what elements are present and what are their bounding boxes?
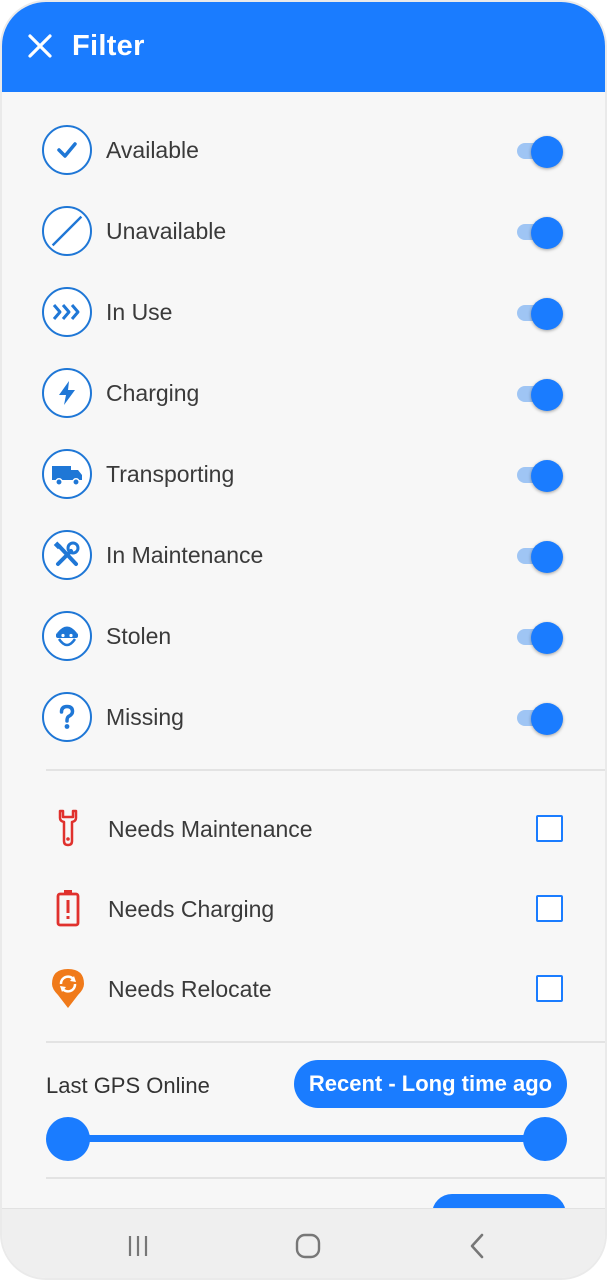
page-title: Filter (72, 30, 145, 62)
tools-icon (42, 530, 92, 580)
status-label: Charging (106, 380, 200, 406)
section-divider (46, 1177, 605, 1179)
toggle-charging[interactable] (515, 379, 565, 411)
chevrons-right-icon (42, 287, 92, 337)
slash-icon (42, 206, 92, 256)
home-button[interactable] (288, 1229, 328, 1263)
lightning-icon (42, 368, 92, 418)
section-divider (46, 769, 605, 771)
need-label: Needs Charging (108, 896, 275, 922)
question-icon (42, 692, 92, 742)
gps-range-slider-track[interactable] (68, 1135, 546, 1142)
status-row-in-use[interactable]: In Use (2, 271, 605, 352)
toggle-unavailable[interactable] (515, 217, 565, 249)
status-label: In Use (106, 299, 173, 325)
needs-maintenance-checkbox[interactable] (536, 815, 563, 842)
close-icon[interactable] (24, 30, 56, 62)
app-header: Filter (2, 2, 605, 92)
battery-alert-icon (50, 888, 86, 928)
status-label: Available (106, 137, 199, 163)
need-row-maintenance[interactable]: Needs Maintenance (2, 788, 605, 868)
truck-icon (42, 449, 92, 499)
status-row-stolen[interactable]: Stolen (2, 595, 605, 676)
status-row-missing[interactable]: Missing (2, 676, 605, 757)
needs-charging-checkbox[interactable] (536, 895, 563, 922)
need-row-relocate[interactable]: Needs Relocate (2, 948, 605, 1028)
recent-apps-button[interactable] (118, 1229, 158, 1263)
home-icon[interactable] (294, 1232, 322, 1260)
back-icon[interactable] (466, 1232, 490, 1260)
check-icon (42, 125, 92, 175)
system-nav-bar (2, 1208, 605, 1278)
thief-icon (42, 611, 92, 661)
status-label: Unavailable (106, 218, 227, 244)
gps-range-slider-min-thumb[interactable] (46, 1117, 90, 1161)
status-label: Missing (106, 704, 184, 730)
need-label: Needs Relocate (108, 976, 272, 1002)
toggle-in-use[interactable] (515, 298, 565, 330)
relocate-pin-icon (50, 968, 86, 1008)
status-row-available[interactable]: Available (2, 109, 605, 190)
need-row-charging[interactable]: Needs Charging (2, 868, 605, 948)
close-button[interactable] (24, 30, 56, 62)
gps-range-slider-max-thumb[interactable] (523, 1117, 567, 1161)
toggle-stolen[interactable] (515, 622, 565, 654)
section-divider (46, 1041, 605, 1043)
recent-apps-icon[interactable] (125, 1234, 151, 1258)
toggle-missing[interactable] (515, 703, 565, 735)
status-label: In Maintenance (106, 542, 264, 568)
gps-range-pill[interactable]: Recent - Long time ago (294, 1060, 567, 1108)
wrench-icon (50, 808, 86, 848)
toggle-in-maintenance[interactable] (515, 541, 565, 573)
toggle-available[interactable] (515, 136, 565, 168)
gps-online-label: Last GPS Online (46, 1073, 210, 1098)
status-label: Transporting (106, 461, 235, 487)
need-label: Needs Maintenance (108, 816, 313, 842)
needs-relocate-checkbox[interactable] (536, 975, 563, 1002)
phone-screen: Filter Available Unavailable In Use Char… (0, 0, 607, 1280)
toggle-transporting[interactable] (515, 460, 565, 492)
status-row-transporting[interactable]: Transporting (2, 433, 605, 514)
status-label: Stolen (106, 623, 172, 649)
status-row-unavailable[interactable]: Unavailable (2, 190, 605, 271)
back-button[interactable] (458, 1229, 498, 1263)
status-row-charging[interactable]: Charging (2, 352, 605, 433)
status-row-in-maintenance[interactable]: In Maintenance (2, 514, 605, 595)
